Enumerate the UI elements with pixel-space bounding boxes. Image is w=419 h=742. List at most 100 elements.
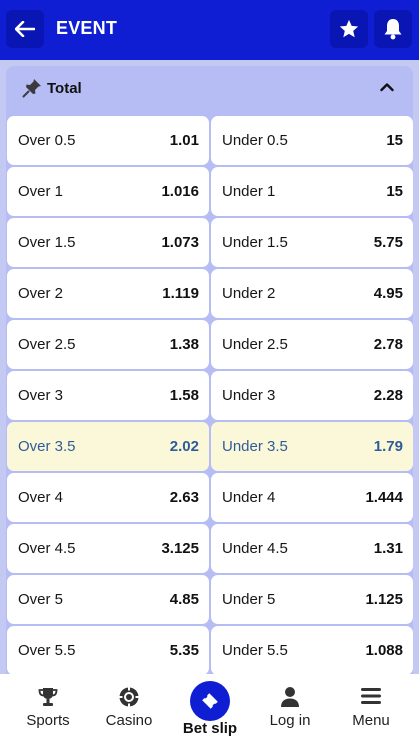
user-icon bbox=[281, 687, 299, 707]
market-panel: Total Over 0.5 1.01 Under 0.5 15 Over 1 1.0… bbox=[6, 66, 413, 686]
odds-button-under[interactable]: Under 5.5 1.088 bbox=[211, 626, 413, 675]
arrow-left-icon bbox=[15, 21, 35, 37]
nav-label: Bet slip bbox=[182, 720, 238, 737]
odds-value: 2.28 bbox=[373, 387, 403, 404]
top-bar: EVENT bbox=[0, 0, 419, 60]
trophy-icon bbox=[38, 688, 58, 706]
odds-value: 15 bbox=[386, 132, 403, 149]
bell-icon bbox=[384, 19, 402, 40]
pin-icon bbox=[22, 79, 41, 98]
odds-button-over[interactable]: Over 0.5 1.01 bbox=[7, 116, 209, 165]
selection-label: Under 1.5 bbox=[222, 234, 288, 251]
odds-button-over[interactable]: Over 1.5 1.073 bbox=[7, 218, 209, 267]
odds-value: 1.125 bbox=[365, 591, 403, 608]
odds-value: 1.01 bbox=[169, 132, 199, 149]
selection-label: Under 4 bbox=[222, 489, 276, 506]
odds-value: 1.79 bbox=[373, 438, 403, 455]
odds-button-over[interactable]: Over 3.5 2.02 bbox=[7, 422, 209, 471]
odds-value: 1.38 bbox=[169, 336, 199, 353]
nav-label: Log in bbox=[269, 712, 311, 729]
nav-label: Sports bbox=[26, 712, 70, 729]
selection-label: Over 1 bbox=[18, 183, 64, 200]
selection-label: Under 2.5 bbox=[222, 336, 288, 353]
selection-label: Over 4.5 bbox=[18, 540, 76, 557]
odds-row-highlighted: Over 3.5 2.02 Under 3.5 1.79 bbox=[6, 422, 413, 471]
odds-button-under[interactable]: Under 4 1.444 bbox=[211, 473, 413, 522]
selection-label: Over 1.5 bbox=[18, 234, 76, 251]
odds-button-under[interactable]: Under 3.5 1.79 bbox=[211, 422, 413, 471]
star-icon bbox=[339, 19, 359, 38]
odds-button-over[interactable]: Over 4.5 3.125 bbox=[7, 524, 209, 573]
selection-label: Over 0.5 bbox=[18, 132, 76, 149]
chevron-up-icon[interactable] bbox=[380, 82, 394, 92]
odds-button-over[interactable]: Over 4 2.63 bbox=[7, 473, 209, 522]
page-title: EVENT bbox=[56, 18, 118, 38]
market-header[interactable]: Total bbox=[6, 66, 413, 112]
selection-label: Under 3.5 bbox=[222, 438, 288, 455]
odds-button-over[interactable]: Over 3 1.58 bbox=[7, 371, 209, 420]
odds-value: 15 bbox=[386, 183, 403, 200]
odds-button-over[interactable]: Over 2 1.119 bbox=[7, 269, 209, 318]
market-title: Total bbox=[47, 80, 82, 97]
nav-menu[interactable]: Menu bbox=[331, 674, 411, 742]
selection-label: Over 3.5 bbox=[18, 438, 76, 455]
selection-label: Under 3 bbox=[222, 387, 276, 404]
selection-label: Under 1 bbox=[222, 183, 276, 200]
odds-row: Over 2 1.119 Under 2 4.95 bbox=[6, 269, 413, 318]
casino-chip-icon bbox=[119, 687, 139, 707]
selection-label: Over 4 bbox=[18, 489, 64, 506]
odds-value: 1.088 bbox=[365, 642, 403, 659]
odds-value: 4.95 bbox=[373, 285, 403, 302]
odds-value: 1.444 bbox=[365, 489, 403, 506]
odds-value: 2.78 bbox=[373, 336, 403, 353]
nav-label: Casino bbox=[105, 712, 153, 729]
selection-label: Under 5 bbox=[222, 591, 276, 608]
odds-row: Over 4 2.63 Under 4 1.444 bbox=[6, 473, 413, 522]
odds-row: Over 1.5 1.073 Under 1.5 5.75 bbox=[6, 218, 413, 267]
selection-label: Over 2.5 bbox=[18, 336, 76, 353]
odds-row: Over 3 1.58 Under 3 2.28 bbox=[6, 371, 413, 420]
nav-sports[interactable]: Sports bbox=[8, 674, 88, 742]
nav-bet-slip[interactable]: Bet slip bbox=[170, 674, 250, 742]
odds-row: Over 4.5 3.125 Under 4.5 1.31 bbox=[6, 524, 413, 573]
odds-button-under[interactable]: Under 3 2.28 bbox=[211, 371, 413, 420]
odds-value: 1.31 bbox=[373, 540, 403, 557]
odds-value: 1.58 bbox=[169, 387, 199, 404]
bet-slip-badge bbox=[190, 681, 230, 721]
odds-button-under[interactable]: Under 5 1.125 bbox=[211, 575, 413, 624]
odds-button-over[interactable]: Over 5.5 5.35 bbox=[7, 626, 209, 675]
selection-label: Under 0.5 bbox=[222, 132, 288, 149]
odds-value: 2.63 bbox=[169, 489, 199, 506]
odds-button-under[interactable]: Under 1.5 5.75 bbox=[211, 218, 413, 267]
back-button[interactable] bbox=[6, 10, 44, 48]
odds-row: Over 5.5 5.35 Under 5.5 1.088 bbox=[6, 626, 413, 675]
odds-button-under[interactable]: Under 0.5 15 bbox=[211, 116, 413, 165]
nav-casino[interactable]: Casino bbox=[89, 674, 169, 742]
odds-button-under[interactable]: Under 2.5 2.78 bbox=[211, 320, 413, 369]
odds-value: 1.016 bbox=[161, 183, 199, 200]
odds-button-over[interactable]: Over 2.5 1.38 bbox=[7, 320, 209, 369]
odds-row: Over 2.5 1.38 Under 2.5 2.78 bbox=[6, 320, 413, 369]
odds-button-under[interactable]: Under 4.5 1.31 bbox=[211, 524, 413, 573]
odds-button-under[interactable]: Under 1 15 bbox=[211, 167, 413, 216]
selection-label: Under 5.5 bbox=[222, 642, 288, 659]
odds-row: Over 1 1.016 Under 1 15 bbox=[6, 167, 413, 216]
odds-button-under[interactable]: Under 2 4.95 bbox=[211, 269, 413, 318]
odds-value: 2.02 bbox=[169, 438, 199, 455]
selection-label: Over 5 bbox=[18, 591, 64, 608]
nav-log-in[interactable]: Log in bbox=[250, 674, 330, 742]
odds-button-over[interactable]: Over 5 4.85 bbox=[7, 575, 209, 624]
odds-button-over[interactable]: Over 1 1.016 bbox=[7, 167, 209, 216]
odds-row: Over 0.5 1.01 Under 0.5 15 bbox=[6, 116, 413, 165]
favorite-button[interactable] bbox=[330, 10, 368, 48]
odds-value: 1.073 bbox=[161, 234, 199, 251]
odds-value: 5.75 bbox=[373, 234, 403, 251]
notifications-button[interactable] bbox=[374, 10, 412, 48]
selection-label: Under 2 bbox=[222, 285, 276, 302]
ticket-icon bbox=[202, 693, 218, 709]
odds-row: Over 5 4.85 Under 5 1.125 bbox=[6, 575, 413, 624]
selection-label: Over 3 bbox=[18, 387, 64, 404]
odds-value: 4.85 bbox=[169, 591, 199, 608]
selection-label: Under 4.5 bbox=[222, 540, 288, 557]
bottom-navigation: Sports Casino Bet slip Log in Menu bbox=[0, 674, 419, 742]
